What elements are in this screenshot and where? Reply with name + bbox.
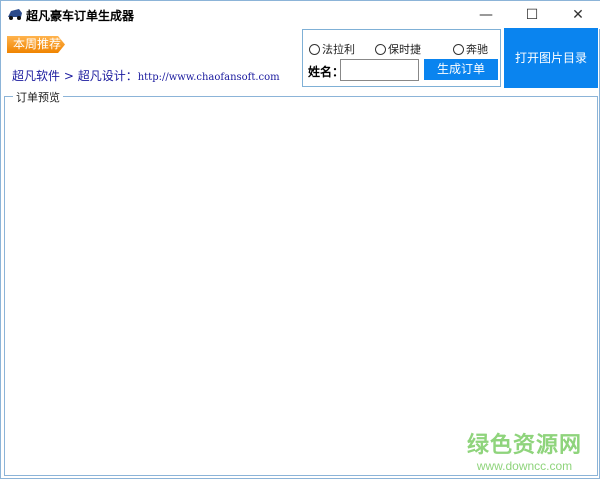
close-button[interactable]: ✕ [555, 1, 600, 29]
minimize-button[interactable]: — [463, 1, 509, 29]
weekly-recommend-badge[interactable]: 本周推荐 [7, 36, 65, 53]
separator: > [60, 69, 78, 83]
radio-porsche[interactable]: 保时捷 [375, 41, 421, 57]
order-preview-panel [4, 96, 598, 476]
title-bar: 超凡豪车订单生成器 — ☐ ✕ [1, 1, 600, 29]
radio-circle-icon [309, 43, 320, 55]
radio-ferrari[interactable]: 法拉利 [309, 41, 355, 57]
website-link[interactable]: http://www.chaofansoft.com [138, 72, 280, 83]
radio-benz[interactable]: 奔驰 [453, 41, 488, 57]
window-title: 超凡豪车订单生成器 [26, 9, 135, 23]
name-input[interactable] [340, 59, 419, 81]
open-image-folder-button[interactable]: 打开图片目录 [504, 28, 598, 88]
order-controls: 法拉利 保时捷 奔驰 姓名： 生成订单 [302, 29, 501, 87]
radio-circle-icon [453, 43, 464, 55]
design-label: 超凡设计： [77, 69, 138, 83]
name-label: 姓名： [308, 65, 345, 79]
maximize-button[interactable]: ☐ [509, 1, 555, 29]
company-link[interactable]: 超凡软件 [12, 69, 60, 83]
order-preview-label: 订单预览 [13, 89, 63, 105]
car-icon [8, 9, 22, 20]
watermark-logo: 绿色资源网 www.downcc.com [467, 433, 583, 473]
generate-order-button[interactable]: 生成订单 [424, 59, 498, 80]
radio-circle-icon [375, 43, 386, 55]
breadcrumb-links: 超凡软件 > 超凡设计：http://www.chaofansoft.com [12, 67, 280, 84]
